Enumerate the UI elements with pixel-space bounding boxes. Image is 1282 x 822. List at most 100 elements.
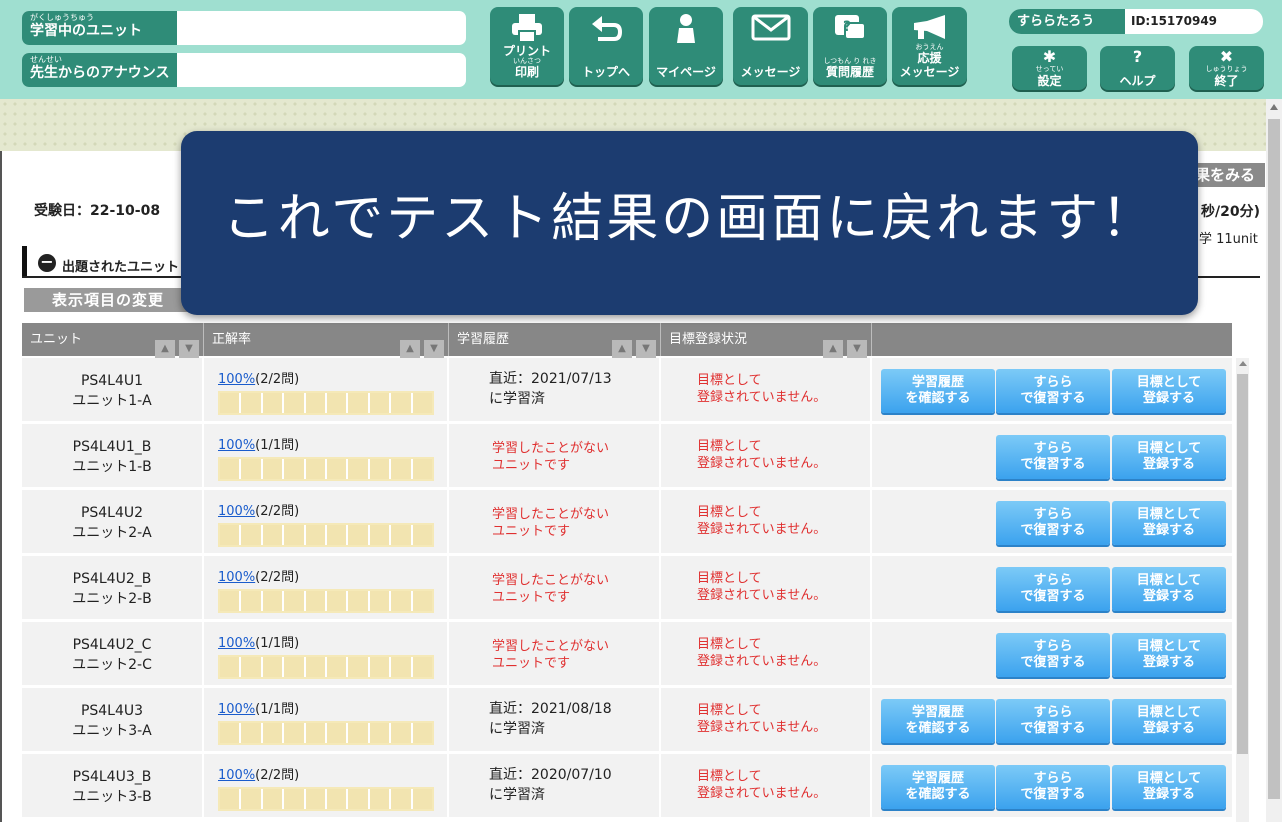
goal-status-cell: 目標として 登録されていません。 — [661, 424, 872, 489]
register-goal-label2: 登録する — [1142, 391, 1195, 406]
settings-button[interactable]: ✱ せってい 設定 — [1012, 46, 1087, 90]
goal-line1: 目標として — [697, 769, 762, 784]
register-goal-button[interactable]: 目標として 登録する — [1112, 765, 1226, 809]
review-button[interactable]: すらら で復習する — [996, 501, 1110, 545]
rate-link[interactable]: 100% — [218, 372, 255, 387]
history-line1: 直近：2021/08/18 — [489, 701, 612, 717]
sort-asc-icon[interactable]: ▲ — [823, 340, 843, 358]
sort-desc-icon[interactable]: ▼ — [847, 340, 867, 358]
sort-asc-icon[interactable]: ▲ — [612, 340, 632, 358]
rate-cell-container: 100%(1/1問) — [204, 622, 449, 687]
register-goal-button[interactable]: 目標として 登録する — [1112, 567, 1226, 611]
page-scroll-up-icon[interactable] — [1270, 104, 1278, 110]
rate-cell-container: 100%(2/2問) — [204, 556, 449, 621]
unit-code: PS4L4U3_B — [72, 769, 152, 785]
register-goal-button[interactable]: 目標として 登録する — [1112, 633, 1226, 677]
print-button[interactable]: プリント いんさつ 印刷 — [490, 7, 564, 85]
exit-button[interactable]: ✖ しゅうりょう 終了 — [1189, 46, 1264, 90]
goal-status-cell: 目標として 登録されていません。 — [661, 358, 872, 423]
page-scrollbar[interactable] — [1266, 99, 1282, 822]
review-button[interactable]: すらら で復習する — [996, 567, 1110, 611]
unit-table-body: PS4L4U1 ユニット1-A 100%(2/2問) 直近：2021/07/13 に学習… — [22, 358, 1232, 822]
rate-cell-container: 100%(1/1問) — [204, 424, 449, 489]
unit-cell: PS4L4U2_B ユニット2-B — [22, 556, 204, 621]
sort-desc-icon[interactable]: ▼ — [424, 340, 444, 358]
review-label1: すらら — [1033, 573, 1073, 588]
mypage-button[interactable]: マイページ — [649, 7, 723, 85]
review-label2: で復習する — [1020, 721, 1086, 736]
register-goal-button[interactable]: 目標として 登録する — [1112, 699, 1226, 743]
review-button[interactable]: すらら で復習する — [996, 765, 1110, 809]
rate-link[interactable]: 100% — [218, 504, 255, 519]
cheer-ruby: おうえん — [915, 43, 944, 51]
collapse-icon[interactable]: − — [38, 254, 56, 272]
rate-cell — [391, 459, 411, 479]
sort-asc-icon[interactable]: ▲ — [400, 340, 420, 358]
view-history-label1: 学習履歴 — [911, 705, 964, 720]
column-label-rate: 正解率 — [212, 332, 252, 347]
history-line2: ユニットです — [492, 458, 571, 473]
cheer-label: 応援 — [917, 51, 942, 65]
history-line1: 学習したことがない — [492, 573, 610, 588]
rate-cell — [262, 591, 283, 611]
actions-cell: すらら で復習する 目標として 登録する — [872, 490, 1232, 555]
history-line2: に学習済 — [489, 391, 545, 407]
review-button[interactable]: すらら で復習する — [996, 699, 1110, 743]
sort-desc-icon[interactable]: ▼ — [179, 340, 199, 358]
sort-asc-icon[interactable]: ▲ — [155, 340, 175, 358]
see-result-button[interactable]: 果をみる — [1187, 163, 1265, 187]
print-ruby: いんさつ — [513, 57, 541, 65]
column-header-rate: 正解率 ▲ ▼ — [204, 323, 449, 358]
review-button[interactable]: すらら で復習する — [996, 633, 1110, 677]
register-goal-label2: 登録する — [1142, 457, 1195, 472]
unit-cell: PS4L4U3 ユニット3-A — [22, 688, 204, 753]
message-button[interactable]: メッセージ — [733, 7, 808, 85]
rate-cell — [412, 657, 433, 677]
page-scroll-thumb[interactable] — [1268, 119, 1280, 799]
unit-code: PS4L4U2 — [80, 505, 144, 521]
view-history-button[interactable]: 学習履歴 を確認する — [881, 765, 995, 809]
rate-cell — [391, 723, 411, 743]
rate-cell — [348, 657, 368, 677]
unit-name: ユニット2-A — [72, 525, 152, 541]
cheer-message-button[interactable]: おうえん 応援 メッセージ — [892, 7, 967, 85]
rate-cell — [305, 789, 326, 809]
rate-bar — [218, 523, 434, 547]
table-scroll-thumb[interactable] — [1237, 374, 1248, 754]
review-label1: すらら — [1033, 507, 1073, 522]
view-history-button[interactable]: 学習履歴 を確認する — [881, 699, 995, 743]
top-button[interactable]: トップへ — [569, 7, 643, 85]
sort-desc-icon[interactable]: ▼ — [636, 340, 656, 358]
view-history-button[interactable]: 学習履歴 を確認する — [881, 369, 995, 413]
rate-cell — [305, 525, 326, 545]
help-button[interactable]: ? ヘルプ — [1100, 46, 1175, 90]
settings-label: 設定 — [1037, 74, 1062, 88]
rate-link[interactable]: 100% — [218, 438, 255, 453]
table-scrollbar[interactable] — [1236, 358, 1249, 822]
unit-cell: PS4L4U1_B ユニット1-B — [22, 424, 204, 489]
change-display-items-button[interactable]: 表示項目の変更 — [24, 288, 192, 312]
question-history-button[interactable]: ? しつもん り れき 質問履歴 — [813, 7, 887, 85]
rate-link[interactable]: 100% — [218, 768, 255, 783]
actions-cell: 学習履歴 を確認する すらら で復習する 目標として 登録する — [872, 688, 1232, 753]
history-cell: 直近：2020/07/10 に学習済 — [449, 754, 661, 819]
rate-cell — [348, 591, 368, 611]
history-line2: ユニットです — [492, 524, 571, 539]
register-goal-button[interactable]: 目標として 登録する — [1112, 501, 1226, 545]
table-row: PS4L4U2 ユニット2-A 100%(2/2問) 学習したことがない ユニットです目… — [22, 490, 1232, 555]
history-line1: 直近：2020/07/10 — [489, 767, 612, 783]
history-line2: に学習済 — [489, 787, 545, 803]
rate-count: (2/2問) — [255, 570, 300, 585]
register-goal-button[interactable]: 目標として 登録する — [1112, 369, 1226, 413]
review-button[interactable]: すらら で復習する — [996, 369, 1110, 413]
register-goal-button[interactable]: 目標として 登録する — [1112, 435, 1226, 479]
rate-link[interactable]: 100% — [218, 702, 255, 717]
rate-bar — [218, 721, 434, 745]
exit-label: 終了 — [1214, 74, 1239, 88]
rate-link[interactable]: 100% — [218, 636, 255, 651]
scroll-up-icon[interactable] — [1239, 361, 1247, 366]
goal-status-cell: 目標として 登録されていません。 — [661, 490, 872, 555]
review-button[interactable]: すらら で復習する — [996, 435, 1110, 479]
goal-status-cell: 目標として 登録されていません。 — [661, 556, 872, 621]
rate-link[interactable]: 100% — [218, 570, 255, 585]
